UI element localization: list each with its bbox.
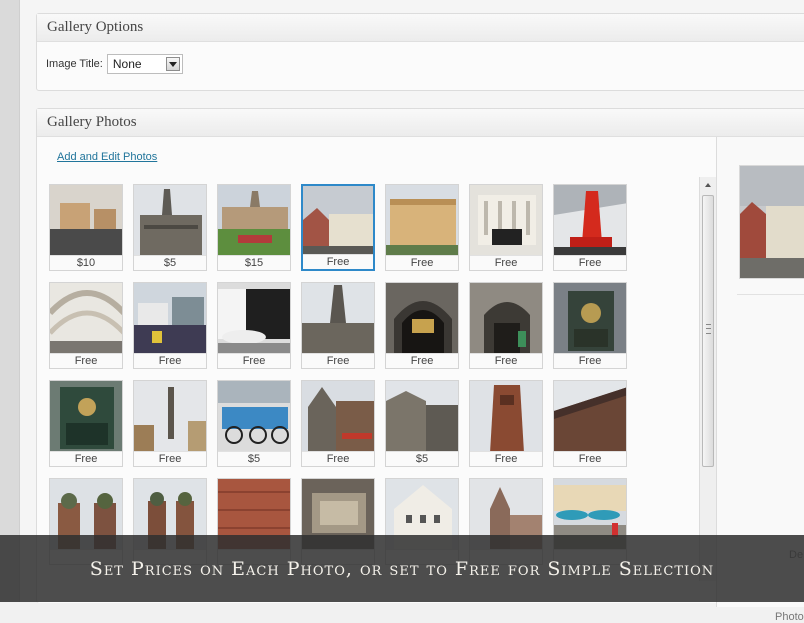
scroll-thumb[interactable] bbox=[702, 195, 714, 467]
photo-image bbox=[554, 185, 626, 257]
photo-image bbox=[470, 283, 542, 355]
photo-image bbox=[470, 185, 542, 257]
photo-price: $15 bbox=[218, 255, 290, 270]
photo-price: $10 bbox=[50, 255, 122, 270]
photo-thumbnail[interactable]: Free bbox=[301, 184, 375, 271]
image-title-row: Image Title: None bbox=[46, 54, 183, 74]
photo-grid-scrollbar[interactable] bbox=[699, 177, 716, 581]
photo-thumbnail[interactable]: $5 bbox=[217, 380, 291, 467]
caption-banner: Set Prices on Each Photo, or set to Free… bbox=[0, 535, 804, 602]
photo-thumbnail[interactable]: $15 bbox=[217, 184, 291, 271]
scroll-up-arrow-icon[interactable] bbox=[700, 177, 716, 193]
photo-label: Photo bbox=[775, 611, 804, 623]
photo-thumbnail[interactable]: Free bbox=[49, 380, 123, 467]
photo-price: $5 bbox=[218, 451, 290, 466]
photo-thumbnail[interactable]: $5 bbox=[385, 380, 459, 467]
photo-image bbox=[50, 381, 122, 453]
photo-image bbox=[134, 381, 206, 453]
chevron-down-icon[interactable] bbox=[165, 57, 180, 71]
photo-image bbox=[554, 381, 626, 453]
gallery-photos-header: Gallery Photos bbox=[37, 109, 804, 137]
image-title-value: None bbox=[112, 57, 142, 71]
photo-price: Free bbox=[303, 254, 373, 269]
photo-image bbox=[134, 185, 206, 257]
image-title-select[interactable]: None bbox=[106, 54, 183, 74]
photo-price: Free bbox=[554, 255, 626, 270]
photo-price: Free bbox=[470, 451, 542, 466]
gallery-options-panel: Gallery Options Image Title: None bbox=[36, 13, 804, 91]
photo-image bbox=[386, 381, 458, 453]
grip-icon bbox=[706, 324, 711, 334]
photo-price: Free bbox=[470, 255, 542, 270]
photo-thumbnail[interactable]: Free bbox=[469, 380, 543, 467]
photo-price: Free bbox=[470, 353, 542, 368]
photo-price: Free bbox=[134, 451, 206, 466]
photo-image bbox=[218, 283, 290, 355]
photo-image bbox=[303, 186, 373, 258]
photo-image bbox=[50, 185, 122, 257]
admin-sidebar-edge bbox=[0, 0, 20, 602]
photo-price: $5 bbox=[134, 255, 206, 270]
caption-text: Set Prices on Each Photo, or set to Free… bbox=[89, 557, 715, 580]
photo-image bbox=[218, 381, 290, 453]
detail-separator bbox=[737, 294, 804, 295]
gallery-photos-panel: Gallery Photos Add and Edit Photos $10 $5… bbox=[36, 108, 804, 623]
photo-thumbnail[interactable]: Free bbox=[469, 184, 543, 271]
photo-thumbnail[interactable]: Free bbox=[385, 184, 459, 271]
photo-price: $5 bbox=[386, 451, 458, 466]
photo-price: Free bbox=[134, 353, 206, 368]
gallery-options-header: Gallery Options bbox=[37, 14, 804, 42]
photo-thumbnail[interactable]: Free bbox=[133, 380, 207, 467]
photo-price: Free bbox=[554, 451, 626, 466]
photo-price: Free bbox=[302, 353, 374, 368]
photo-image bbox=[302, 381, 374, 453]
photo-thumbnail[interactable]: $5 bbox=[133, 184, 207, 271]
page: Gallery Options Image Title: None Galler… bbox=[20, 0, 804, 623]
photo-image bbox=[386, 283, 458, 355]
photo-thumbnail[interactable]: Free bbox=[133, 282, 207, 369]
photo-thumbnail[interactable]: Free bbox=[469, 282, 543, 369]
photo-price: Free bbox=[386, 353, 458, 368]
photo-thumbnail[interactable]: Free bbox=[553, 184, 627, 271]
photo-thumbnail[interactable]: Free bbox=[553, 380, 627, 467]
photo-image bbox=[302, 283, 374, 355]
selected-photo-preview bbox=[739, 165, 804, 279]
photo-price: Free bbox=[50, 451, 122, 466]
photo-image bbox=[470, 381, 542, 453]
photo-thumbnail[interactable]: Free bbox=[301, 380, 375, 467]
photo-thumbnail[interactable]: Free bbox=[553, 282, 627, 369]
photo-price: Free bbox=[218, 353, 290, 368]
photo-image bbox=[386, 185, 458, 257]
photo-image bbox=[50, 283, 122, 355]
photo-price: Free bbox=[554, 353, 626, 368]
photo-price: Free bbox=[386, 255, 458, 270]
photo-thumbnail[interactable]: Free bbox=[385, 282, 459, 369]
photo-price: Free bbox=[302, 451, 374, 466]
photo-image bbox=[218, 185, 290, 257]
image-title-label: Image Title: bbox=[46, 58, 103, 70]
photo-thumbnail[interactable]: Free bbox=[301, 282, 375, 369]
photo-thumbnail[interactable]: Free bbox=[49, 282, 123, 369]
photo-thumbnail[interactable]: Free bbox=[217, 282, 291, 369]
add-edit-photos-link[interactable]: Add and Edit Photos bbox=[57, 151, 157, 163]
photo-thumbnail[interactable]: $10 bbox=[49, 184, 123, 271]
photo-price: Free bbox=[50, 353, 122, 368]
photo-image bbox=[554, 283, 626, 355]
photo-image bbox=[134, 283, 206, 355]
